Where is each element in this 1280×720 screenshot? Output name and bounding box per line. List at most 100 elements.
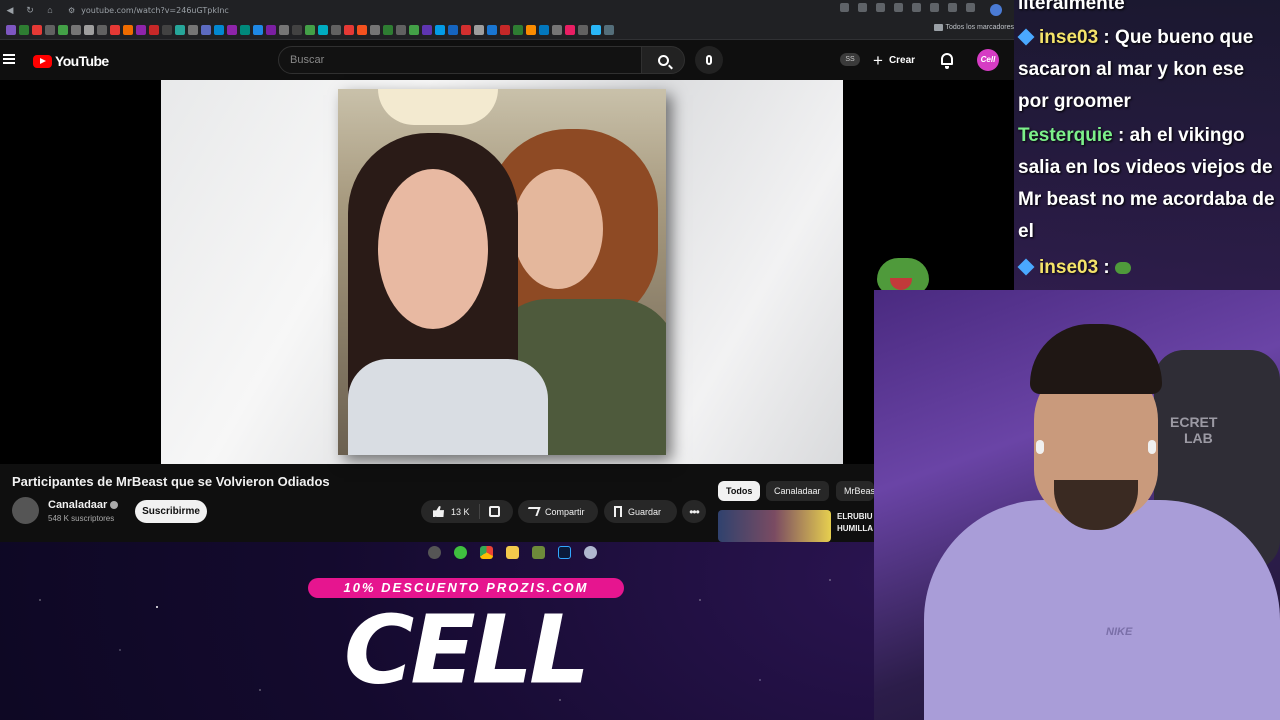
bookmark-icon[interactable] (513, 24, 523, 35)
bookmark-icon[interactable] (539, 24, 549, 35)
channel-avatar[interactable] (12, 497, 39, 524)
bookmark-icon[interactable] (526, 24, 536, 35)
extension-icon[interactable] (912, 3, 921, 12)
bookmark-icon[interactable] (110, 24, 120, 35)
bookmark-icon[interactable] (214, 24, 224, 35)
bookmark-icon[interactable] (240, 24, 250, 35)
obs-icon[interactable] (428, 545, 441, 559)
bookmark-icon[interactable] (461, 24, 471, 35)
bookmark-icon[interactable] (383, 24, 393, 35)
bookmark-icon[interactable] (357, 24, 367, 35)
chrome-icon[interactable] (480, 545, 493, 559)
extension-icon[interactable] (894, 3, 903, 12)
folder-icon (933, 24, 943, 31)
recommendation-title[interactable]: ELRUBIU HUMILLA (837, 511, 877, 535)
bookmark-icon[interactable] (344, 24, 354, 35)
bookmark-icon[interactable] (58, 24, 68, 35)
chair-brand-line: ECRET (1170, 414, 1218, 430)
puzzle-icon[interactable] (948, 3, 957, 12)
bookmark-icon[interactable] (188, 24, 198, 35)
channel-name-link[interactable]: Canaladaar (48, 499, 119, 511)
zoom-icon[interactable] (840, 3, 849, 12)
bookmark-icon[interactable] (149, 24, 159, 35)
app-icon[interactable] (532, 545, 545, 559)
person-shirt (348, 359, 548, 455)
home-icon[interactable]: ⌂ (40, 5, 60, 15)
cast-icon[interactable] (858, 3, 867, 12)
site-info-icon[interactable]: ⚙ (68, 6, 75, 15)
bookmark-icon[interactable] (227, 24, 237, 35)
bookmark-icon[interactable] (331, 24, 341, 35)
more-actions-button[interactable]: ••• (682, 500, 706, 523)
bookmark-icon[interactable] (370, 24, 380, 35)
bookmark-icon[interactable] (396, 24, 406, 35)
chip-canaladaar[interactable]: Canaladaar (766, 481, 829, 501)
recommendation-thumbnail[interactable] (718, 510, 831, 542)
bookmark-icon[interactable] (162, 24, 172, 35)
bookmark-icon[interactable] (97, 24, 107, 35)
chat-username[interactable]: Testerquie (1018, 125, 1113, 146)
subscribe-button[interactable]: Suscribirme (135, 500, 207, 523)
bookmark-icon[interactable] (123, 24, 133, 35)
dislike-button[interactable] (480, 506, 500, 517)
bookmark-icon[interactable] (578, 24, 588, 35)
hamburger-menu-icon[interactable] (3, 54, 15, 64)
bookmark-icon[interactable] (253, 24, 263, 35)
bookmark-icon[interactable] (305, 24, 315, 35)
bookmark-icon[interactable] (604, 24, 614, 35)
bookmark-icon[interactable] (19, 24, 29, 35)
create-button[interactable]: + Crear (873, 49, 915, 71)
ss-badge[interactable]: SS (840, 53, 860, 66)
bookmark-icon[interactable] (175, 24, 185, 35)
bookmark-icon[interactable] (409, 24, 419, 35)
bookmark-icon[interactable] (32, 24, 42, 35)
bookmark-icon[interactable] (591, 24, 601, 35)
bookmark-icon[interactable] (84, 24, 94, 35)
chat-username[interactable]: inse03 (1039, 27, 1098, 48)
extension-icon[interactable] (930, 3, 939, 12)
notifications-bell-icon[interactable] (941, 53, 953, 69)
youtube-logo[interactable]: YouTube (33, 53, 109, 69)
bookmark-icon[interactable] (6, 24, 16, 35)
app-icon[interactable] (584, 545, 597, 559)
chat-separator: : (1112, 125, 1130, 146)
bookmark-icon[interactable] (318, 24, 328, 35)
share-button[interactable]: Compartir (518, 500, 598, 523)
browser-profile-avatar[interactable] (990, 4, 1002, 16)
search-button[interactable] (641, 46, 685, 74)
like-button[interactable]: 13 K (421, 504, 480, 519)
chip-mrbeast[interactable]: MrBeast (836, 481, 874, 501)
bookmark-icon[interactable] (422, 24, 432, 35)
bookmark-icon[interactable] (448, 24, 458, 35)
bookmark-icon[interactable] (45, 24, 55, 35)
bookmark-icon[interactable] (487, 24, 497, 35)
browser-window: ◀ ↻ ⌂ ⚙ youtube.com/watch?v=246uGTpkInc (0, 0, 1014, 542)
star-icon[interactable] (876, 3, 885, 12)
bookmark-icon[interactable] (552, 24, 562, 35)
file-explorer-icon[interactable] (506, 545, 519, 559)
bookmark-icon[interactable] (292, 24, 302, 35)
reload-icon[interactable]: ↻ (20, 5, 40, 16)
bookmark-icon[interactable] (474, 24, 484, 35)
bookmark-icon[interactable] (500, 24, 510, 35)
bookmark-icon[interactable] (565, 24, 575, 35)
save-button[interactable]: Guardar (604, 500, 677, 523)
bookmark-icon[interactable] (71, 24, 81, 35)
photoshop-icon[interactable] (558, 545, 571, 559)
chip-todos[interactable]: Todos (718, 481, 761, 501)
menu-lines-icon[interactable] (966, 3, 975, 12)
bookmark-icon[interactable] (201, 24, 211, 35)
bookmark-icon[interactable] (266, 24, 276, 35)
all-bookmarks-folder[interactable]: Todos los marcadores (933, 24, 1014, 31)
bookmark-icon[interactable] (279, 24, 289, 35)
bookmark-icon[interactable] (435, 24, 445, 35)
account-avatar[interactable]: Cell (977, 49, 999, 71)
search-input[interactable] (279, 47, 641, 73)
bookmark-icon[interactable] (136, 24, 146, 35)
verified-check-icon (110, 501, 119, 509)
chat-app-icon[interactable] (454, 545, 467, 559)
back-arrow-icon[interactable]: ◀ (0, 5, 20, 16)
voice-search-button[interactable] (695, 46, 723, 74)
chat-username[interactable]: inse03 (1039, 257, 1098, 278)
address-bar[interactable]: ⚙ youtube.com/watch?v=246uGTpkInc (68, 3, 838, 17)
